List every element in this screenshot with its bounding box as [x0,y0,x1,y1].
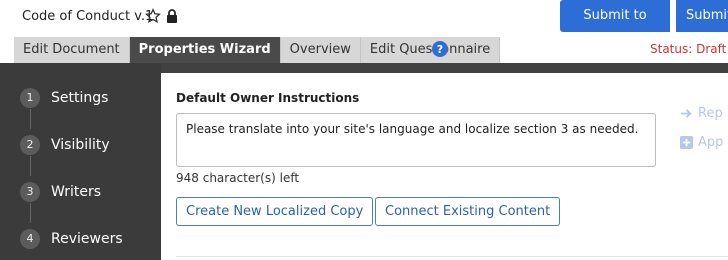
step-number: 4 [20,229,40,249]
section-title: Default Owner Instructions [176,91,360,105]
arrow-right-icon [680,109,692,118]
connect-existing-content-button[interactable]: Connect Existing Content [375,197,561,226]
step-connector [30,203,31,223]
properties-panel: Default Owner Instructions Please transl… [161,73,728,260]
lock-icon [167,9,177,23]
tab-bar: Edit Document Properties Wizard Overview… [14,37,501,63]
step-label: Writers [51,184,102,200]
owner-instructions-field[interactable]: Please translate into your site's langua… [176,113,656,167]
divider [176,256,728,257]
create-localized-copy-button[interactable]: Create New Localized Copy [176,197,374,226]
step-number: 2 [20,135,40,155]
svg-text:?: ? [437,43,443,56]
wizard-step-settings[interactable]: 1 Settings [20,86,108,110]
tab-edit-questionnaire[interactable]: Edit Questionnaire [360,37,501,63]
wizard-sidebar: 1 Settings 2 Visibility 3 Writers 4 Revi… [0,63,161,260]
step-number: 3 [20,182,40,202]
step-connector [30,156,31,176]
append-action[interactable]: App [680,135,723,150]
character-count: 948 character(s) left [176,171,300,185]
step-number: 1 [20,88,40,108]
tab-edit-document[interactable]: Edit Document [14,37,130,63]
submit-button[interactable]: Submit [676,0,728,32]
append-label: App [698,135,724,150]
tab-properties-wizard[interactable]: Properties Wizard [129,37,281,63]
step-label: Settings [51,90,109,106]
star-icon[interactable] [145,8,161,24]
document-header: Code of Conduct v.1 Submit to Writers Su… [0,0,728,55]
plus-square-icon [680,136,693,149]
step-label: Reviewers [51,231,123,247]
status-label: Status: Draft [650,42,727,56]
replace-label: Rep [698,106,723,121]
help-icon[interactable]: ? [432,41,448,57]
wizard-step-visibility[interactable]: 2 Visibility [20,133,110,157]
tab-overview[interactable]: Overview [280,37,361,63]
step-connector [30,109,31,129]
wizard-step-writers[interactable]: 3 Writers [20,180,101,204]
submit-to-writers-button[interactable]: Submit to Writers [560,0,670,55]
document-title: Code of Conduct v.1 [22,9,154,24]
step-label: Visibility [51,137,110,153]
wizard-step-reviewers[interactable]: 4 Reviewers [20,227,123,251]
replace-action[interactable]: Rep [680,106,723,121]
